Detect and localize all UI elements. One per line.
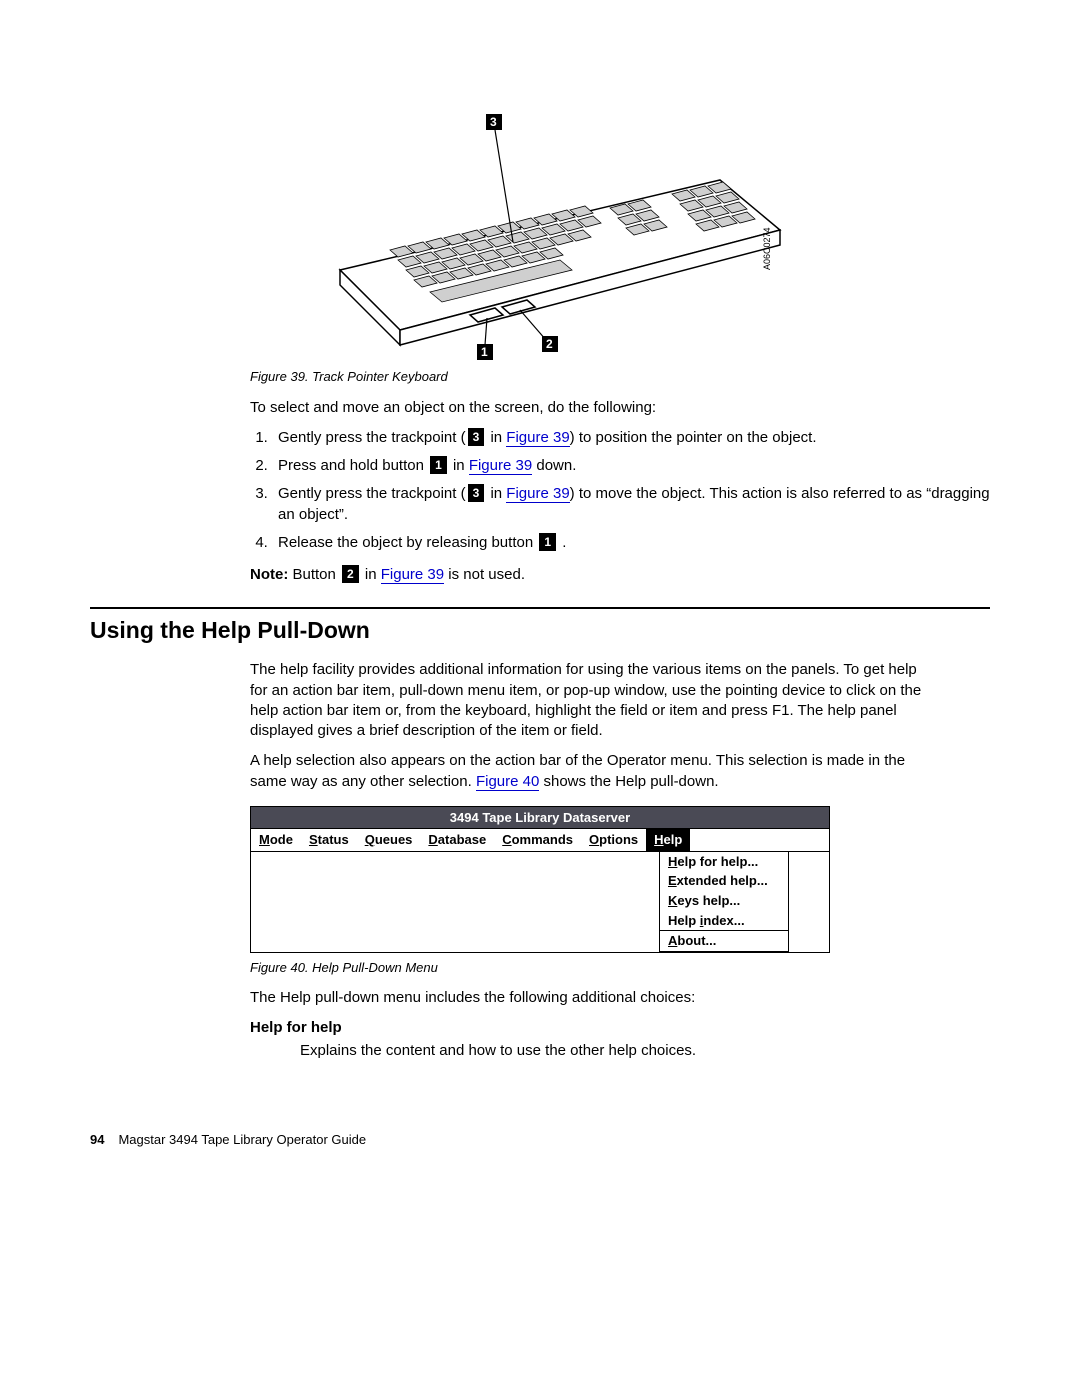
- steps-list: Gently press the trackpoint (3 in Figure…: [250, 428, 990, 553]
- note-label: Note:: [250, 566, 288, 583]
- menu-status[interactable]: Status: [301, 829, 357, 851]
- menu-mode[interactable]: Mode: [251, 829, 301, 851]
- help-dropdown: Help for help... Extended help... Keys h…: [659, 851, 789, 952]
- dd-help-index[interactable]: Help index...: [660, 911, 788, 931]
- menu-queues[interactable]: Queues: [357, 829, 421, 851]
- help-para-1: The help facility provides additional in…: [250, 660, 930, 741]
- figure-39-link[interactable]: Figure 39: [506, 485, 569, 503]
- dd-keys-help[interactable]: Keys help...: [660, 891, 788, 911]
- figure-40-link[interactable]: Figure 40: [476, 773, 539, 791]
- dl-term-help-for-help: Help for help: [250, 1018, 990, 1038]
- menu-help[interactable]: Help: [646, 829, 690, 851]
- page-footer: 94 Magstar 3494 Tape Library Operator Gui…: [90, 1131, 990, 1149]
- section-heading: Using the Help Pull-Down: [90, 615, 990, 646]
- menu-commands[interactable]: Commands: [494, 829, 581, 851]
- window-title: 3494 Tape Library Dataserver: [251, 807, 829, 830]
- dl-def-help-for-help: Explains the content and how to use the …: [300, 1041, 990, 1061]
- svg-text:1: 1: [481, 345, 488, 359]
- callout-1: 1: [539, 533, 556, 551]
- dd-extended-help[interactable]: Extended help...: [660, 871, 788, 891]
- figure-39-link[interactable]: Figure 39: [506, 429, 569, 447]
- figure-40-caption: Figure 40. Help Pull-Down Menu: [250, 959, 990, 977]
- step-2: Press and hold button 1 in Figure 39 dow…: [272, 456, 990, 476]
- after-menu-text: The Help pull-down menu includes the fol…: [250, 988, 930, 1008]
- callout-3: 3: [468, 428, 485, 446]
- step-3: Gently press the trackpoint (3 in Figure…: [272, 484, 990, 525]
- menu-database[interactable]: Database: [420, 829, 494, 851]
- step-1: Gently press the trackpoint (3 in Figure…: [272, 428, 990, 448]
- help-pulldown-window: 3494 Tape Library Dataserver Mode Status…: [250, 806, 830, 953]
- book-title: Magstar 3494 Tape Library Operator Guide: [118, 1132, 366, 1147]
- figure-39-link[interactable]: Figure 39: [381, 566, 444, 584]
- figure-keyboard-illustration: 3 1 2 A06C0274: [280, 100, 800, 360]
- step-4: Release the object by releasing button 1…: [272, 533, 990, 553]
- page-number: 94: [90, 1131, 104, 1149]
- callout-2: 2: [342, 565, 359, 583]
- callout-1: 1: [430, 456, 447, 474]
- callout-3: 3: [468, 484, 485, 502]
- dd-help-for-help[interactable]: Help for help...: [660, 852, 788, 872]
- intro-text: To select and move an object on the scre…: [250, 398, 930, 418]
- note-line: Note: Button 2 in Figure 39 is not used.: [250, 565, 990, 585]
- help-para-2: A help selection also appears on the act…: [250, 751, 930, 792]
- menu-bar: Mode Status Queues Database Commands Opt…: [251, 829, 829, 852]
- section-rule: [90, 607, 990, 609]
- menu-options[interactable]: Options: [581, 829, 646, 851]
- figure-39-link[interactable]: Figure 39: [469, 457, 532, 475]
- dd-about[interactable]: About...: [660, 931, 788, 951]
- figure-39-caption: Figure 39. Track Pointer Keyboard: [250, 368, 990, 386]
- svg-text:3: 3: [490, 115, 497, 129]
- svg-text:A06C0274: A06C0274: [762, 227, 772, 270]
- svg-text:2: 2: [546, 337, 553, 351]
